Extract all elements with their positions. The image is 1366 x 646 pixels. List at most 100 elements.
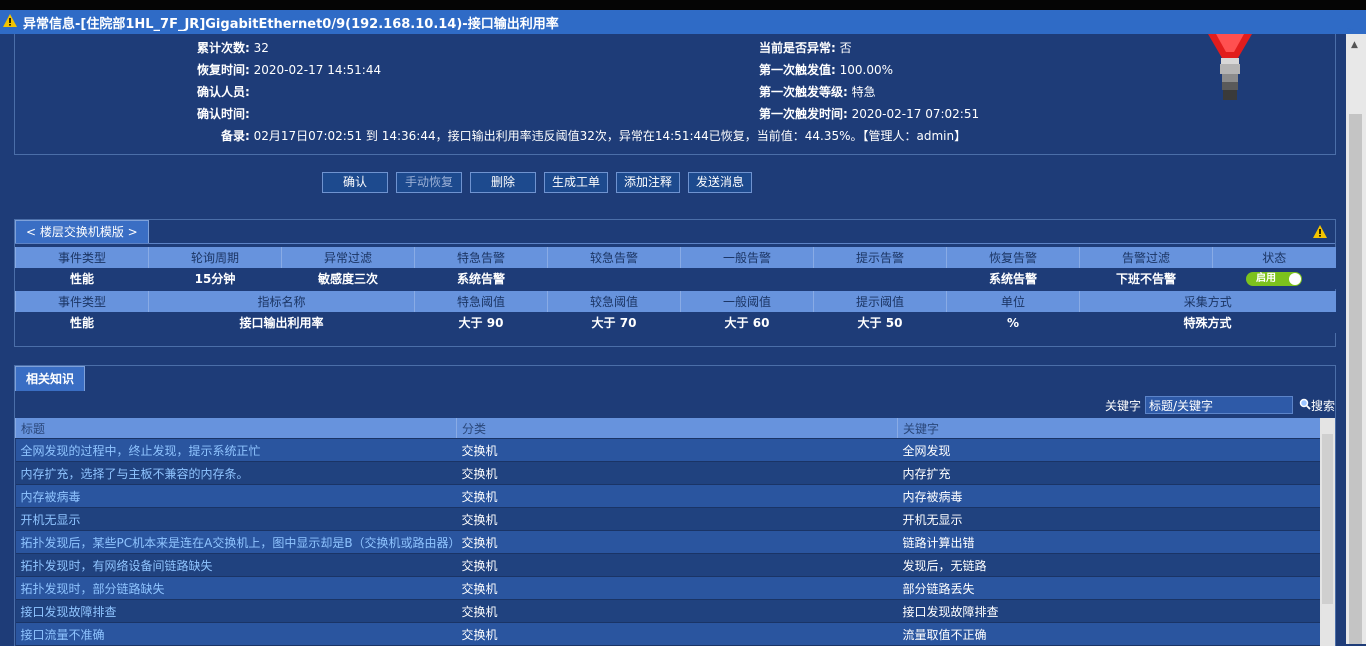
page-scrollbar[interactable]: ▲: [1346, 34, 1366, 644]
table-row[interactable]: 拓扑发现时，部分链路缺失 交换机 部分链路丢失: [15, 576, 1321, 600]
table-cell: %: [946, 312, 1080, 333]
table-cell: 交换机: [456, 576, 898, 600]
column-header: 采集方式: [1079, 291, 1336, 312]
column-header: 事件类型: [15, 291, 149, 312]
search-label: 搜索: [1310, 398, 1335, 413]
table-row[interactable]: 内存扩充，选择了与主板不兼容的内存条。 交换机 内存扩充: [15, 461, 1321, 485]
table-cell: 全网发现: [897, 438, 1321, 462]
table-row[interactable]: 拓扑发现后，某些PC机本来是连在A交换机上，图中显示却是B（交换机或路由器） 交…: [15, 530, 1321, 554]
table-cell: [547, 268, 681, 289]
table-row[interactable]: 全网发现的过程中，终止发现，提示系统正忙 交换机 全网发现: [15, 438, 1321, 462]
column-header: 提示阈值: [813, 291, 947, 312]
knowledge-title-link[interactable]: 接口发现故障排查: [15, 599, 457, 623]
table-header-row: 标题 分类 关键字: [15, 418, 1321, 439]
table-row[interactable]: 接口发现故障排查 交换机 接口发现故障排查: [15, 599, 1321, 623]
table-row[interactable]: 拓扑发现时，有网络设备间链路缺失 交换机 发现后，无链路: [15, 553, 1321, 577]
table-row[interactable]: 开机无显示 交换机 开机无显示: [15, 507, 1321, 531]
knowledge-title-link[interactable]: 内存扩充，选择了与主板不兼容的内存条。: [15, 461, 457, 485]
toggle-knob: [1289, 272, 1301, 285]
table-scrollbar[interactable]: [1320, 418, 1335, 646]
table-cell: 交换机: [456, 622, 898, 646]
alarm-template-panel: < 楼层交换机模版 > 事件类型 轮询周期 异常过滤 特急告警 较急告警 一般告…: [14, 219, 1336, 347]
column-header: 一般告警: [680, 247, 814, 268]
window-title: 异常信息-[住院部1HL_7F_JR]GigabitEthernet0/9(19…: [23, 16, 559, 32]
table-cell: 大于 60: [680, 312, 814, 333]
table-cell: 交换机: [456, 530, 898, 554]
info-count: 累计次数: 32: [197, 41, 269, 55]
info-recover-time: 恢复时间: 2020-02-17 14:51:44: [197, 63, 382, 77]
table-cell: 接口发现故障排查: [897, 599, 1321, 623]
table-cell: [680, 268, 814, 289]
table-cell: 发现后，无链路: [897, 553, 1321, 577]
table-cell: 接口输出利用率: [148, 312, 415, 333]
knowledge-title-link[interactable]: 接口流量不准确: [15, 622, 457, 646]
table-cell: 大于 50: [813, 312, 947, 333]
search-button[interactable]: 搜索: [1299, 397, 1335, 414]
generate-ticket-button[interactable]: 生成工单: [544, 172, 609, 193]
search-icon: [1299, 398, 1311, 413]
table-cell: 部分链路丢失: [897, 576, 1321, 600]
scrollbar-thumb[interactable]: [1322, 434, 1333, 604]
column-header[interactable]: 分类: [456, 418, 898, 439]
knowledge-title-link[interactable]: 拓扑发现时，有网络设备间链路缺失: [15, 553, 457, 577]
table-row: 性能 接口输出利用率 大于 90 大于 70 大于 60 大于 50 % 特殊方…: [15, 312, 1336, 333]
knowledge-title-link[interactable]: 开机无显示: [15, 507, 457, 531]
action-toolbar: 确认 手动恢复 删除 生成工单 添加注释 发送消息: [322, 172, 753, 193]
table-cell: 交换机: [456, 461, 898, 485]
confirm-button[interactable]: 确认: [322, 172, 388, 193]
threshold-table: 事件类型 指标名称 特急阈值 较急阈值 一般阈值 提示阈值 单位 采集方式 性能…: [15, 291, 1336, 333]
column-header[interactable]: 关键字: [897, 418, 1321, 439]
delete-button[interactable]: 删除: [470, 172, 536, 193]
scroll-up-icon[interactable]: ▲: [1351, 40, 1358, 50]
column-header: 较急阈值: [547, 291, 681, 312]
table-cell: 系统告警: [414, 268, 548, 289]
table-cell: 交换机: [456, 438, 898, 462]
keyword-input[interactable]: 标题/关键字: [1144, 396, 1293, 414]
send-message-button[interactable]: 发送消息: [688, 172, 753, 193]
table-cell: 性能: [15, 312, 149, 333]
column-header[interactable]: 标题: [15, 418, 457, 439]
table-cell: 启用: [1212, 268, 1336, 289]
top-strip: [0, 0, 1366, 10]
toggle-label: 启用: [1256, 272, 1276, 284]
column-header: 一般阈值: [680, 291, 814, 312]
knowledge-title-link[interactable]: 内存被病毒: [15, 484, 457, 508]
table-row[interactable]: 接口流量不准确 交换机 流量取值不正确: [15, 622, 1321, 646]
column-header: 事件类型: [15, 247, 149, 268]
status-toggle[interactable]: 启用: [1246, 271, 1302, 286]
column-header: 指标名称: [148, 291, 415, 312]
table-cell: 大于 70: [547, 312, 681, 333]
add-note-button[interactable]: 添加注释: [616, 172, 681, 193]
tab-template[interactable]: < 楼层交换机模版 >: [15, 220, 149, 243]
close-icon[interactable]: [1342, 10, 1366, 30]
tab-knowledge[interactable]: 相关知识: [15, 366, 86, 391]
table-cell: 性能: [15, 268, 149, 289]
column-header: 提示告警: [813, 247, 947, 268]
column-header: 特急阈值: [414, 291, 548, 312]
column-header: 恢复告警: [946, 247, 1080, 268]
alarm-level-table: 事件类型 轮询周期 异常过滤 特急告警 较急告警 一般告警 提示告警 恢复告警 …: [15, 247, 1336, 289]
info-confirm-user: 确认人员:: [197, 85, 250, 99]
table-cell: 交换机: [456, 599, 898, 623]
scrollbar-thumb[interactable]: [1349, 114, 1362, 644]
keyword-label: 关键字: [1104, 398, 1141, 413]
table-cell: 链路计算出错: [897, 530, 1321, 554]
table-cell: 下班不告警: [1079, 268, 1213, 289]
info-confirm-time: 确认时间:: [197, 107, 250, 121]
knowledge-title-link[interactable]: 拓扑发现后，某些PC机本来是连在A交换机上，图中显示却是B（交换机或路由器）: [15, 530, 457, 554]
table-cell: 大于 90: [414, 312, 548, 333]
manual-recover-button[interactable]: 手动恢复: [396, 172, 462, 193]
table-cell: 开机无显示: [897, 507, 1321, 531]
knowledge-title-link[interactable]: 全网发现的过程中，终止发现，提示系统正忙: [15, 438, 457, 462]
table-row[interactable]: 内存被病毒 交换机 内存被病毒: [15, 484, 1321, 508]
table-row: 性能 15分钟 敏感度三次 系统告警 系统告警 下班不告警 启用: [15, 268, 1336, 289]
info-first-level: 第一次触发等级: 特急: [759, 85, 876, 99]
tab-underline: [15, 243, 1335, 244]
knowledge-panel: 相关知识 关键字 标题/关键字 搜索 标题 分类 关键字 全网发现的过程中，终止…: [14, 365, 1336, 646]
column-header: 单位: [946, 291, 1080, 312]
table-cell: 内存被病毒: [897, 484, 1321, 508]
table-header-row: 事件类型 轮询周期 异常过滤 特急告警 较急告警 一般告警 提示告警 恢复告警 …: [15, 247, 1336, 268]
knowledge-title-link[interactable]: 拓扑发现时，部分链路缺失: [15, 576, 457, 600]
column-header: 异常过滤: [281, 247, 415, 268]
info-current-abnormal: 当前是否异常: 否: [759, 41, 852, 55]
